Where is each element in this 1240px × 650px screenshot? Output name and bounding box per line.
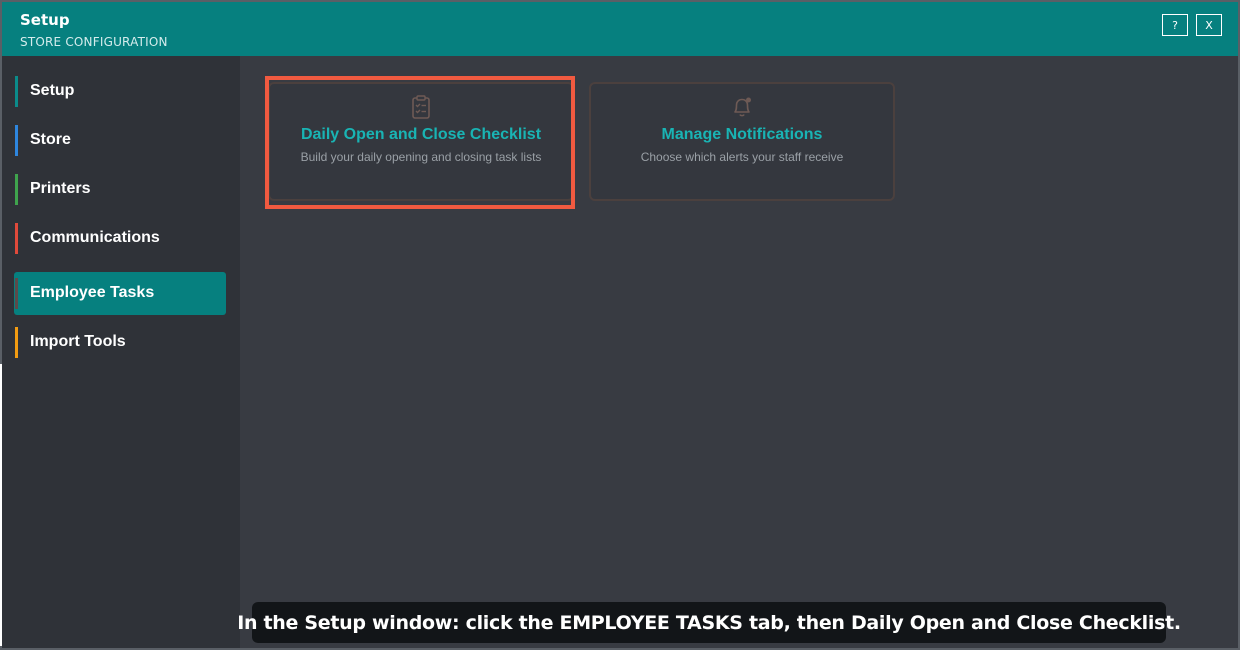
card-description: Build your daily opening and closing tas… [300, 150, 542, 164]
instruction-banner: In the Setup window: click the EMPLOYEE … [237, 602, 1181, 643]
sidebar-item-label: Store [30, 131, 71, 148]
clipboard-checklist-icon [408, 94, 434, 120]
accent-bar [15, 223, 18, 254]
card-title: Manage Notifications [661, 126, 823, 143]
sidebar-item-printers[interactable]: Printers [14, 168, 226, 211]
title-bar: Setup STORE CONFIGURATION ? X [2, 2, 1238, 56]
bell-icon [729, 94, 755, 120]
sidebar-item-store[interactable]: Store [14, 119, 226, 162]
sidebar: Setup Store Printers Communications Empl… [2, 56, 240, 648]
window-title: Setup [20, 11, 70, 29]
sidebar-item-communications[interactable]: Communications [14, 217, 226, 260]
sidebar-item-import-tools[interactable]: Import Tools [14, 321, 226, 364]
manage-notifications-card[interactable]: Manage Notifications Choose which alerts… [589, 82, 895, 201]
help-button[interactable]: ? [1162, 14, 1188, 36]
setup-window: Setup STORE CONFIGURATION ? X Setup Stor… [0, 0, 1240, 650]
sidebar-item-employee-tasks[interactable]: Employee Tasks [14, 272, 226, 315]
sidebar-item-setup[interactable]: Setup [14, 70, 226, 113]
accent-bar [15, 278, 18, 309]
accent-bar [15, 125, 18, 156]
daily-checklist-card[interactable]: Daily Open and Close Checklist Build you… [268, 82, 574, 201]
card-title: Daily Open and Close Checklist [300, 126, 542, 143]
accent-bar [15, 327, 18, 358]
sidebar-item-label: Import Tools [30, 333, 126, 350]
sidebar-item-label: Setup [30, 82, 75, 99]
window-subtitle: STORE CONFIGURATION [20, 35, 168, 49]
accent-bar [15, 76, 18, 107]
edge-line [0, 364, 2, 646]
sidebar-item-label: Printers [30, 180, 91, 197]
close-button[interactable]: X [1196, 14, 1222, 36]
accent-bar [15, 174, 18, 205]
instruction-text: In the Setup window: click the EMPLOYEE … [237, 611, 1181, 634]
card-description: Choose which alerts your staff receive [640, 150, 844, 164]
sidebar-item-label: Employee Tasks [30, 284, 155, 301]
sidebar-item-label: Communications [30, 229, 160, 246]
main-content: Daily Open and Close Checklist Build you… [240, 56, 1238, 648]
